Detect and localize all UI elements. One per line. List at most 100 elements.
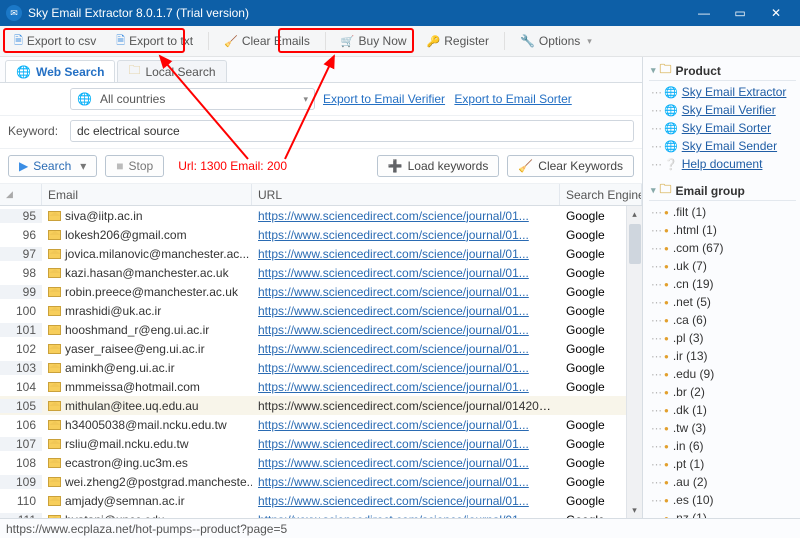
table-row[interactable]: 109wei.zheng2@postgrad.mancheste...https… (0, 472, 642, 491)
close-button[interactable]: ✕ (758, 3, 794, 23)
email-group-item[interactable]: ⋯●.ca (6) (651, 311, 796, 329)
export-verifier-link[interactable]: Export to Email Verifier (323, 92, 445, 106)
url-link[interactable]: https://www.sciencedirect.com/science/jo… (258, 228, 529, 242)
toolbar-separator (325, 32, 326, 50)
url-link[interactable]: https://www.sciencedirect.com/science/jo… (258, 380, 529, 394)
col-url[interactable]: URL (252, 184, 560, 205)
email-group-item[interactable]: ⋯●.dk (1) (651, 401, 796, 419)
table-row[interactable]: 97jovica.milanovic@manchester.ac...https… (0, 244, 642, 263)
email-group-item[interactable]: ⋯●.ir (13) (651, 347, 796, 365)
email-group-item[interactable]: ⋯●.au (2) (651, 473, 796, 491)
row-index: 103 (0, 361, 42, 375)
url-link[interactable]: https://www.sciencedirect.com/science/jo… (258, 437, 529, 451)
table-row[interactable]: 108ecastron@ing.uc3m.eshttps://www.scien… (0, 453, 642, 472)
url-link[interactable]: https://www.sciencedirect.com/science/jo… (258, 399, 560, 413)
dot-icon: ● (664, 406, 669, 415)
product-item[interactable]: ⋯🌐Sky Email Sorter (651, 119, 796, 137)
product-item[interactable]: ⋯🌐Sky Email Extractor (651, 83, 796, 101)
url-link[interactable]: https://www.sciencedirect.com/science/jo… (258, 285, 529, 299)
url-link[interactable]: https://www.sciencedirect.com/science/jo… (258, 342, 529, 356)
stop-button[interactable]: ■ Stop (105, 155, 164, 177)
export-txt-button[interactable]: 🗎 Export to txt (108, 30, 201, 52)
url-link[interactable]: https://www.sciencedirect.com/science/jo… (258, 456, 529, 470)
tab-local-search[interactable]: 🗀 Local Search (117, 60, 226, 82)
email-group-item[interactable]: ⋯●.br (2) (651, 383, 796, 401)
product-item[interactable]: ⋯🌐Sky Email Sender (651, 137, 796, 155)
table-row[interactable]: 101hooshmand_r@eng.ui.ac.irhttps://www.s… (0, 320, 642, 339)
url-link[interactable]: https://www.sciencedirect.com/science/jo… (258, 475, 529, 489)
load-keywords-button[interactable]: ➕ Load keywords (377, 155, 500, 177)
email-group-item[interactable]: ⋯●.filt (1) (651, 203, 796, 221)
table-row[interactable]: 107rsliu@mail.ncku.edu.twhttps://www.sci… (0, 434, 642, 453)
table-row[interactable]: 106h34005038@mail.ncku.edu.twhttps://www… (0, 415, 642, 434)
country-select[interactable]: 🌐 All countries ▾ (70, 88, 315, 110)
email-group-header[interactable]: ▾ 🗀 Email group (649, 181, 796, 201)
url-link[interactable]: https://www.sciencedirect.com/science/jo… (258, 247, 529, 261)
clear-kw-label: Clear Keywords (538, 159, 623, 173)
buy-now-button[interactable]: 🛒 Buy Now (333, 30, 415, 52)
table-row[interactable]: 105mithulan@itee.uq.edu.auhttps://www.sc… (0, 396, 642, 415)
email-group-item[interactable]: ⋯●.edu (9) (651, 365, 796, 383)
email-group-item[interactable]: ⋯●.cn (19) (651, 275, 796, 293)
col-email[interactable]: Email (42, 184, 252, 205)
email-group-item[interactable]: ⋯●.net (5) (651, 293, 796, 311)
dot-icon: ● (664, 262, 669, 271)
table-row[interactable]: 99robin.preece@manchester.ac.ukhttps://w… (0, 282, 642, 301)
tab-web-search[interactable]: 🌐 Web Search (5, 60, 115, 82)
row-url: https://www.sciencedirect.com/science/jo… (252, 323, 560, 337)
dot-icon: ● (664, 280, 669, 289)
email-group-item[interactable]: ⋯●.com (67) (651, 239, 796, 257)
options-button[interactable]: 🔧 Options ▾ (512, 30, 600, 52)
register-button[interactable]: 🔑 Register (419, 30, 497, 52)
email-group-item[interactable]: ⋯●.nz (1) (651, 509, 796, 518)
maximize-button[interactable]: ▭ (722, 3, 758, 23)
col-index[interactable]: ◢ (0, 184, 42, 205)
table-row[interactable]: 95siva@iitp.ac.inhttps://www.sciencedire… (0, 206, 642, 225)
col-search-engine[interactable]: Search Engine (560, 184, 642, 205)
url-link[interactable]: https://www.sciencedirect.com/science/jo… (258, 266, 529, 280)
scroll-down-icon[interactable]: ▾ (627, 502, 642, 518)
tree-dots: ⋯ (651, 104, 660, 117)
item-label: .au (2) (673, 475, 708, 489)
export-sorter-link[interactable]: Export to Email Sorter (454, 92, 571, 106)
url-link[interactable]: https://www.sciencedirect.com/science/jo… (258, 209, 529, 223)
email-group-item[interactable]: ⋯●.uk (7) (651, 257, 796, 275)
product-item[interactable]: ⋯❔Help document (651, 155, 796, 173)
scroll-up-icon[interactable]: ▴ (627, 206, 642, 222)
email-group-item[interactable]: ⋯●.es (10) (651, 491, 796, 509)
url-link[interactable]: https://www.sciencedirect.com/science/jo… (258, 323, 529, 337)
table-row[interactable]: 104mmmeissa@hotmail.comhttps://www.scien… (0, 377, 642, 396)
email-group-item[interactable]: ⋯●.html (1) (651, 221, 796, 239)
item-label: .cn (19) (673, 277, 714, 291)
keyword-input[interactable]: dc electrical source (70, 120, 634, 142)
table-row[interactable]: 110amjady@semnan.ac.irhttps://www.scienc… (0, 491, 642, 510)
table-row[interactable]: 96lokesh206@gmail.comhttps://www.science… (0, 225, 642, 244)
row-url: https://www.sciencedirect.com/science/jo… (252, 266, 560, 280)
url-link[interactable]: https://www.sciencedirect.com/science/jo… (258, 361, 529, 375)
minimize-button[interactable]: — (686, 3, 722, 23)
email-group-item[interactable]: ⋯●.in (6) (651, 437, 796, 455)
table-row[interactable]: 111bvatani@uncc.eduhttps://www.sciencedi… (0, 510, 642, 518)
vertical-scrollbar[interactable]: ▴ ▾ (626, 206, 642, 518)
dot-icon: ● (664, 226, 669, 235)
export-csv-button[interactable]: 🗎 Export to csv (6, 30, 104, 52)
scroll-thumb[interactable] (629, 224, 641, 264)
url-link[interactable]: https://www.sciencedirect.com/science/jo… (258, 494, 529, 508)
email-group-item[interactable]: ⋯●.pt (1) (651, 455, 796, 473)
table-row[interactable]: 98kazi.hasan@manchester.ac.ukhttps://www… (0, 263, 642, 282)
product-item[interactable]: ⋯🌐Sky Email Verifier (651, 101, 796, 119)
product-header[interactable]: ▾ 🗀 Product (649, 61, 796, 81)
clear-keywords-button[interactable]: 🧹 Clear Keywords (507, 155, 634, 177)
url-link[interactable]: https://www.sciencedirect.com/science/jo… (258, 304, 529, 318)
url-link[interactable]: https://www.sciencedirect.com/science/jo… (258, 418, 529, 432)
table-row[interactable]: 100mrashidi@uk.ac.irhttps://www.scienced… (0, 301, 642, 320)
tree-dots: ⋯ (651, 332, 660, 345)
clear-emails-button[interactable]: 🧹 Clear Emails (216, 30, 318, 52)
table-row[interactable]: 103aminkh@eng.ui.ac.irhttps://www.scienc… (0, 358, 642, 377)
row-url: https://www.sciencedirect.com/science/jo… (252, 361, 560, 375)
url-link[interactable]: https://www.sciencedirect.com/science/jo… (258, 513, 529, 519)
table-row[interactable]: 102yaser_raisee@eng.ui.ac.irhttps://www.… (0, 339, 642, 358)
email-group-item[interactable]: ⋯●.pl (3) (651, 329, 796, 347)
search-button[interactable]: ▶ Search ▾ (8, 155, 97, 177)
email-group-item[interactable]: ⋯●.tw (3) (651, 419, 796, 437)
